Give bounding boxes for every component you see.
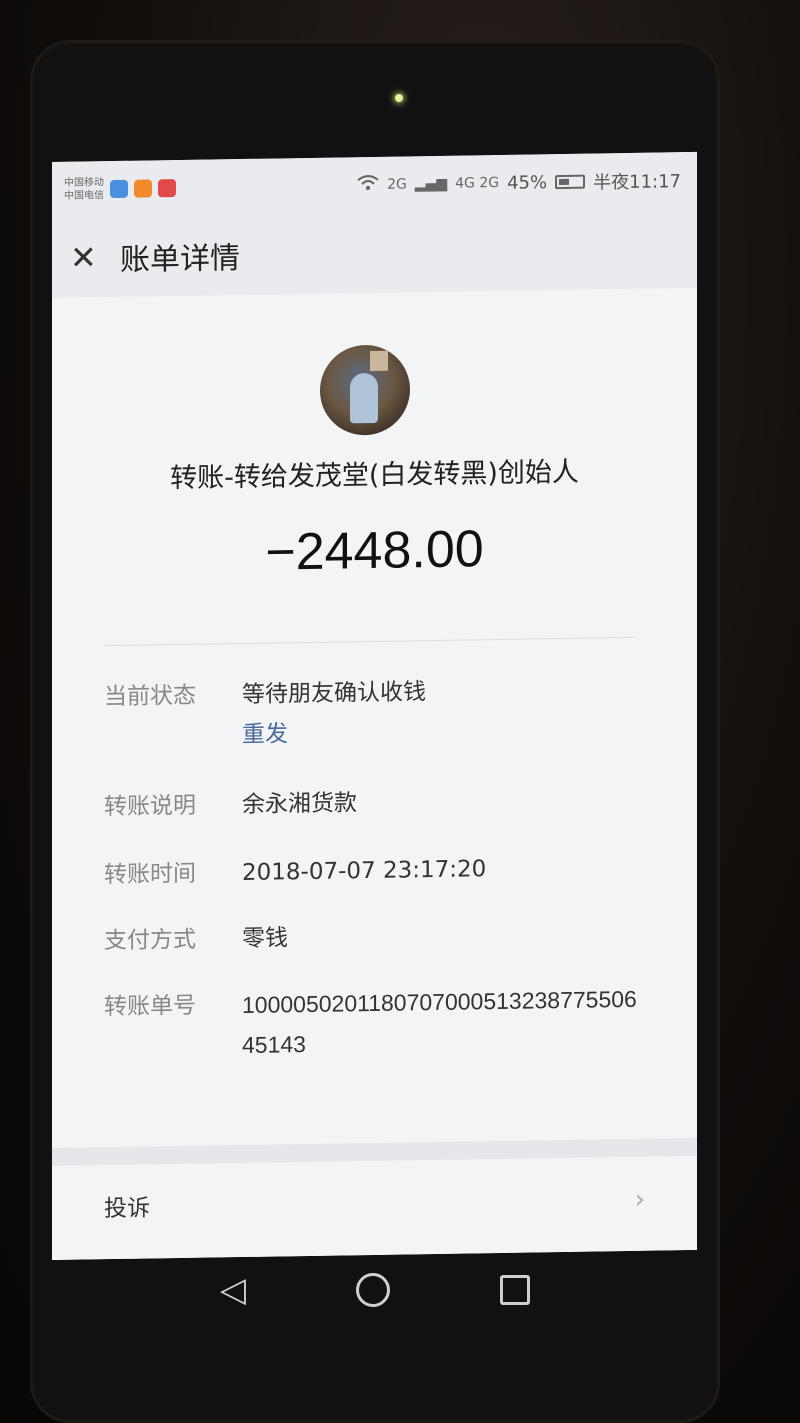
status-value-group: 等待朋友确认收钱 重发 — [242, 672, 426, 755]
complain-label: 投诉 — [104, 1195, 150, 1223]
time-value: 2018-07-07 23:17:20 — [242, 856, 487, 887]
avatar-person — [350, 372, 378, 424]
carrier-1: 中国移动 — [64, 177, 104, 189]
time-label: 转账时间 — [104, 860, 196, 889]
chevron-right-icon: › — [634, 1184, 645, 1215]
home-icon[interactable] — [356, 1273, 391, 1307]
notification-app-icon — [134, 179, 152, 198]
status-label: 当前状态 — [104, 682, 196, 711]
battery-icon — [555, 174, 586, 190]
note-row: 转账说明 余永湘货款 — [104, 783, 357, 827]
notification-app-icon — [158, 179, 176, 198]
resend-link[interactable]: 重发 — [242, 712, 426, 755]
time-row: 转账时间 2018-07-07 23:17:20 — [104, 849, 486, 895]
status-right: 2G ▂▄▆ 4G 2G 45% 半夜11:17 — [357, 167, 681, 198]
carrier-names: 中国移动 中国电信 — [64, 176, 104, 203]
payment-method-label: 支付方式 — [104, 926, 196, 955]
note-label: 转账说明 — [104, 792, 196, 821]
page-title: 账单详情 — [120, 241, 240, 278]
clock: 半夜11:17 — [593, 171, 681, 194]
bill-detail-content: 转账-转给发茂堂(白发转黑)创始人 −2448.00 当前状态 等待朋友确认收钱… — [52, 287, 697, 1260]
front-camera-led — [395, 94, 403, 102]
order-number-label: 转账单号 — [104, 992, 196, 1021]
status-row: 当前状态 等待朋友确认收钱 重发 — [104, 672, 426, 757]
status-value: 等待朋友确认收钱 — [242, 679, 426, 709]
phone-screen: 中国移动 中国电信 2G ▂▄▆ 4G 2G 45% 半夜11:17 ✕ 账单详… — [52, 151, 697, 1260]
order-number-value: 100005020118070700051323877550645143 — [242, 985, 637, 1059]
note-value: 余永湘货款 — [242, 790, 357, 819]
status-left: 中国移动 中国电信 — [64, 175, 176, 203]
notification-app-icon — [110, 179, 128, 199]
signal-4g-label: 4G 2G — [455, 174, 500, 192]
avatar-photo-frame — [370, 350, 388, 372]
payment-method-row: 支付方式 零钱 — [104, 918, 288, 961]
status-bar: 中国移动 中国电信 2G ▂▄▆ 4G 2G 45% 半夜11:17 — [52, 151, 697, 218]
order-number-row: 转账单号 10000502011807070005132387755064514… — [104, 979, 642, 1067]
complain-item[interactable]: 投诉 › — [52, 1155, 697, 1260]
payee-name: 转账-转给发茂堂(白发转黑)创始人 — [170, 456, 579, 495]
transfer-amount: −2448.00 — [265, 520, 484, 582]
system-navigation-bar: ◁ — [30, 1260, 720, 1320]
battery-percent: 45% — [507, 171, 548, 194]
signal-icon: ▂▄▆ — [414, 175, 448, 193]
payment-method-value: 零钱 — [242, 925, 288, 953]
back-icon[interactable]: ◁ — [220, 1270, 246, 1310]
signal-2g-label: 2G — [387, 176, 407, 193]
header-bar: ✕ 账单详情 — [52, 207, 697, 298]
avatar[interactable] — [320, 344, 410, 436]
close-icon[interactable]: ✕ — [70, 238, 110, 276]
carrier-2: 中国电信 — [64, 190, 104, 202]
wifi-icon — [357, 175, 379, 195]
divider — [104, 636, 634, 647]
recent-apps-icon[interactable] — [500, 1275, 531, 1305]
